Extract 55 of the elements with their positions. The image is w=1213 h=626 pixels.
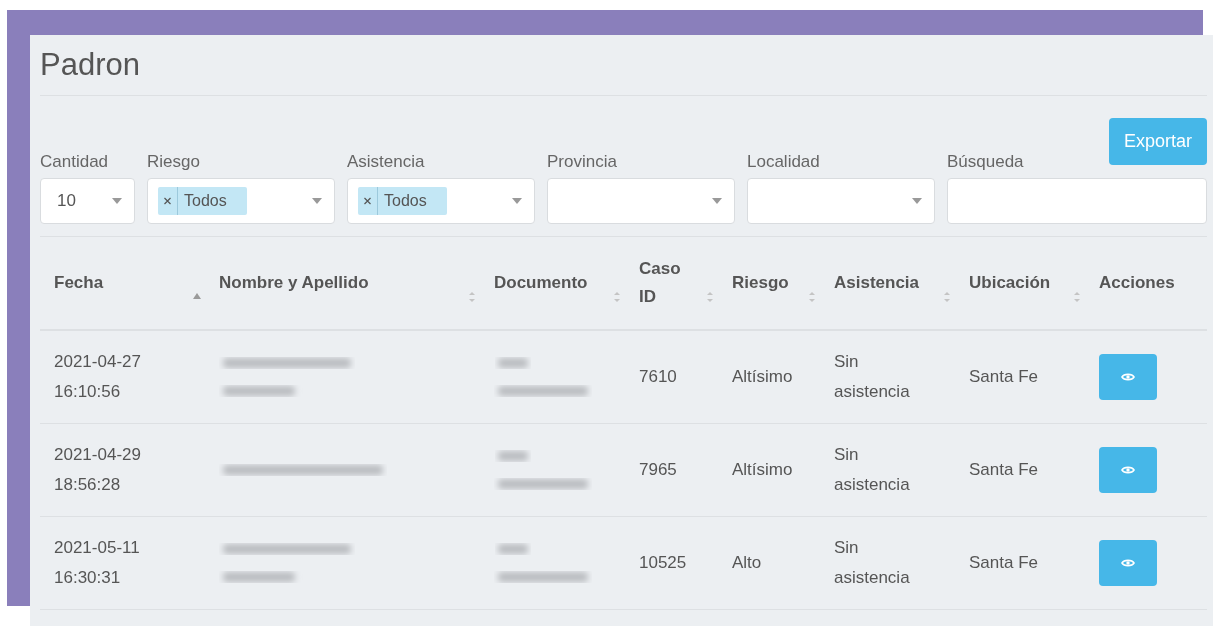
caret-icon bbox=[112, 198, 122, 204]
caret-icon bbox=[712, 198, 722, 204]
filter-label: Búsqueda bbox=[947, 152, 1025, 172]
assistance-cell-text: Sin asistencia bbox=[834, 537, 911, 589]
sort-icon[interactable] bbox=[706, 290, 714, 304]
filter-label: Provincia bbox=[547, 152, 618, 172]
location-cell-text: Santa Fe bbox=[969, 552, 1038, 574]
column-header[interactable]: Nombre y Apellido bbox=[219, 269, 369, 297]
date-cell-text: 2021-04-27 16:10:56 bbox=[54, 351, 142, 403]
risk-cell-text: Alto bbox=[732, 552, 762, 574]
risk-cell-text: Altísimo bbox=[732, 366, 793, 388]
sort-icon[interactable] bbox=[468, 290, 476, 304]
select-field[interactable]: 10 bbox=[40, 178, 135, 224]
case-id-cell-text: 7610 bbox=[639, 366, 677, 388]
search-field[interactable] bbox=[947, 178, 1207, 224]
sort-icon[interactable] bbox=[613, 290, 621, 304]
eye-icon bbox=[1121, 372, 1135, 382]
case-id-cell-text: 10525 bbox=[639, 552, 687, 574]
page-title: Padron bbox=[40, 47, 140, 83]
eye-icon bbox=[1121, 465, 1135, 475]
multiselect-field[interactable]: Todos bbox=[347, 178, 535, 224]
date-cell-text: 2021-05-11 16:30:31 bbox=[54, 537, 141, 589]
view-button[interactable] bbox=[1099, 540, 1157, 586]
filter-tag[interactable]: Todos bbox=[358, 187, 447, 215]
filter-tag[interactable]: Todos bbox=[158, 187, 247, 215]
caret-icon bbox=[512, 198, 522, 204]
caret-icon bbox=[912, 198, 922, 204]
eye-icon bbox=[1121, 558, 1135, 568]
column-header[interactable]: Acciones bbox=[1099, 269, 1175, 297]
column-header[interactable]: Asistencia bbox=[834, 269, 920, 297]
risk-cell-text: Altísimo bbox=[732, 459, 793, 481]
assistance-cell-text: Sin asistencia bbox=[834, 351, 911, 403]
filter-label: Asistencia bbox=[347, 152, 426, 172]
column-header[interactable]: Fecha bbox=[54, 269, 104, 297]
view-button[interactable] bbox=[1099, 354, 1157, 400]
caret-icon bbox=[312, 198, 322, 204]
column-header[interactable]: Caso ID bbox=[639, 255, 689, 311]
column-header[interactable]: Documento bbox=[494, 269, 588, 297]
select-field[interactable] bbox=[747, 178, 935, 224]
sort-icon[interactable] bbox=[943, 290, 951, 304]
location-cell-text: Santa Fe bbox=[969, 459, 1038, 481]
filter-label: Localidad bbox=[747, 152, 821, 172]
select-field[interactable] bbox=[547, 178, 735, 224]
location-cell-text: Santa Fe bbox=[969, 366, 1038, 388]
sort-icon[interactable] bbox=[808, 290, 816, 304]
sort-icon[interactable] bbox=[1073, 290, 1081, 304]
filter-label: Cantidad bbox=[40, 152, 110, 172]
column-header[interactable]: Riesgo bbox=[732, 269, 789, 297]
assistance-cell-text: Sin asistencia bbox=[834, 444, 911, 496]
column-header[interactable]: Ubicación bbox=[969, 269, 1051, 297]
date-cell-text: 2021-04-29 18:56:28 bbox=[54, 444, 142, 496]
multiselect-field[interactable]: Todos bbox=[147, 178, 335, 224]
view-button[interactable] bbox=[1099, 447, 1157, 493]
case-id-cell-text: 7965 bbox=[639, 459, 677, 481]
filter-label: Riesgo bbox=[147, 152, 201, 172]
